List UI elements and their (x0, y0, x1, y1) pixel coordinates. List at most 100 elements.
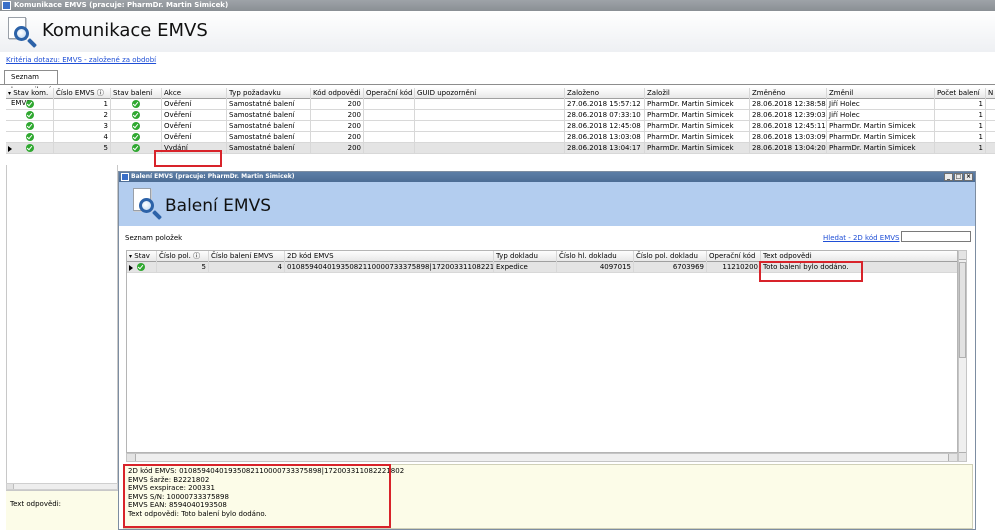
col-header-label: Stav balení (113, 89, 153, 97)
col-header-typ-dokladu[interactable]: Typ dokladu (494, 251, 557, 262)
col-header-typ[interactable]: Typ požadavku (227, 88, 311, 99)
dialog-app-icon (121, 173, 129, 181)
highlight-text-odpovedi (759, 261, 863, 282)
col-header-extra[interactable]: N (986, 88, 995, 99)
cell-op (364, 110, 415, 121)
baleni-dialog: Balení EMVS (pracuje: PharmDr. Martin Si… (118, 171, 976, 530)
minimize-button[interactable]: _ (944, 173, 953, 181)
col-header-stav-baleni[interactable]: Stav balení (111, 88, 162, 99)
cell-stavkom (6, 143, 54, 154)
cell-pocet: 1 (935, 99, 986, 110)
ok-check-icon (137, 263, 145, 271)
cell-op (364, 99, 415, 110)
items-horizontal-scrollbar[interactable] (126, 453, 958, 462)
page-title: Komunikace EMVS (42, 20, 208, 41)
col-header-label: Založeno (567, 89, 600, 97)
col-header-label: Typ dokladu (496, 252, 538, 260)
col-header-guid[interactable]: GUID upozornění (415, 88, 565, 99)
left-horizontal-scrollbar[interactable] (6, 483, 118, 490)
ok-check-icon (25, 144, 34, 152)
col-header-zalozeno[interactable]: Založeno (565, 88, 645, 99)
highlight-vydani (154, 150, 222, 167)
col-header-kod[interactable]: Kód odpovědi (311, 88, 364, 99)
col-header-stav[interactable]: ▾ Stav (127, 251, 157, 262)
sort-info-icon: ⓘ (96, 89, 104, 97)
cell-zmeneno: 28.06.2018 13:03:09 (752, 132, 827, 143)
cell-zmenil: PharmDr. Martin Simicek (827, 132, 935, 143)
cell-op (364, 132, 415, 143)
col-header-label: Stav (134, 252, 150, 260)
col-header-cislo-baleni[interactable]: Číslo balení EMVS (209, 251, 285, 262)
table-row[interactable]: 4 Ověření Samostatné balení 200 28.06.2018 1… (6, 132, 995, 143)
col-header-zalozil[interactable]: Založil (645, 88, 750, 99)
tab-seznam-komunikaci[interactable]: Seznam komunikací EMVS (4, 70, 58, 107)
cell-zalozil: PharmDr. Martin Simicek (645, 121, 750, 132)
search-input[interactable] (901, 231, 971, 242)
scroll-left-arrow-icon[interactable] (127, 454, 136, 461)
criteria-link[interactable]: Kritéria dotazu: EMVS - založené za obdo… (6, 56, 156, 64)
cell-akce: Ověření (162, 132, 227, 143)
items-vertical-scrollbar[interactable] (958, 250, 967, 462)
scroll-down-arrow-icon[interactable] (959, 452, 966, 461)
cell-stav (127, 262, 157, 273)
cell-pol_doklad: 6703969 (634, 262, 707, 273)
cell-zalozil: PharmDr. Martin Simicek (645, 143, 750, 154)
cell-zalozil: PharmDr. Martin Simicek (645, 110, 750, 121)
cell-typ: Samostatné balení (227, 132, 311, 143)
maximize-button[interactable]: □ (954, 173, 963, 181)
cell-pocet: 1 (935, 143, 986, 154)
col-header-op[interactable]: Operační kód (364, 88, 415, 99)
col-header-label: Změněno (752, 89, 786, 97)
cell-stavkom (6, 99, 54, 110)
table-row[interactable]: 2 Ověření Samostatné balení 200 28.06.2018 0… (6, 110, 995, 121)
dialog-title-bar: Balení EMVS (pracuje: PharmDr. Martin Si… (119, 172, 975, 182)
scroll-thumb[interactable] (959, 262, 966, 358)
ok-check-icon (25, 100, 34, 108)
cell-pocet: 1 (935, 121, 986, 132)
col-header-cislo-hl-dokladu[interactable]: Číslo hl. dokladu (557, 251, 634, 262)
col-header-zmenil[interactable]: Změnil (827, 88, 935, 99)
col-header-label: Číslo hl. dokladu (559, 252, 617, 260)
cell-typ: Samostatné balení (227, 99, 311, 110)
table-body: 1 Ověření Samostatné balení 200 27.06.2018 1… (6, 99, 995, 154)
col-header-zmeneno[interactable]: Změněno (750, 88, 827, 99)
table-row[interactable]: 1 Ověření Samostatné balení 200 27.06.2018 1… (6, 99, 995, 110)
scroll-left-arrow-icon[interactable] (7, 484, 14, 489)
cell-kod: 200 (311, 110, 364, 121)
dialog-title: Balení EMVS (165, 196, 271, 216)
cell-op (364, 143, 415, 154)
cell-zalozeno: 28.06.2018 13:04:17 (565, 143, 645, 154)
cell-x (986, 121, 995, 132)
cell-zalozeno: 28.06.2018 13:03:08 (565, 132, 645, 143)
ok-check-icon (25, 133, 34, 141)
close-button[interactable]: × (964, 173, 973, 181)
col-header-stav-kom[interactable]: ▾ Stav kom. (6, 88, 54, 99)
cell-typ: Samostatné balení (227, 143, 311, 154)
scroll-right-arrow-icon[interactable] (948, 454, 957, 461)
cell-x (986, 132, 995, 143)
col-header-label: Změnil (829, 89, 854, 97)
cell-zmenil: PharmDr. Martin Simicek (827, 143, 935, 154)
search-link[interactable]: Hledat - 2D kód EMVS (823, 234, 900, 242)
col-header-akce[interactable]: Akce (162, 88, 227, 99)
cell-stavkom (6, 121, 54, 132)
col-header-cislo-pol-dokladu[interactable]: Číslo pol. dokladu (634, 251, 707, 262)
cell-stavkom (6, 132, 54, 143)
list-label: Seznam položek (125, 234, 183, 242)
ok-check-icon (132, 100, 140, 108)
window-title-bar: Komunikace EMVS (pracuje: PharmDr. Marti… (0, 0, 995, 11)
sort-info-icon: ⓘ (193, 252, 201, 260)
col-header-pocet[interactable]: Počet balení (935, 88, 986, 99)
cell-akce: Ověření (162, 121, 227, 132)
col-header-cislo-emvs[interactable]: Číslo EMVS ⓘ (54, 88, 111, 99)
cell-zalozil: PharmDr. Martin Simicek (645, 132, 750, 143)
table-row[interactable]: 3 Ověření Samostatné balení 200 28.06.2018 1… (6, 121, 995, 132)
cell-x (986, 99, 995, 110)
ok-check-icon (132, 122, 140, 130)
col-header-2d-kod[interactable]: 2D kód EMVS (285, 251, 494, 262)
col-header-cislo-pol[interactable]: Číslo pol. ⓘ (157, 251, 209, 262)
col-header-label: N (988, 89, 994, 97)
col-header-op-kod[interactable]: Operační kód (707, 251, 761, 262)
col-header-label: Akce (164, 89, 181, 97)
scroll-up-arrow-icon[interactable] (959, 251, 966, 260)
